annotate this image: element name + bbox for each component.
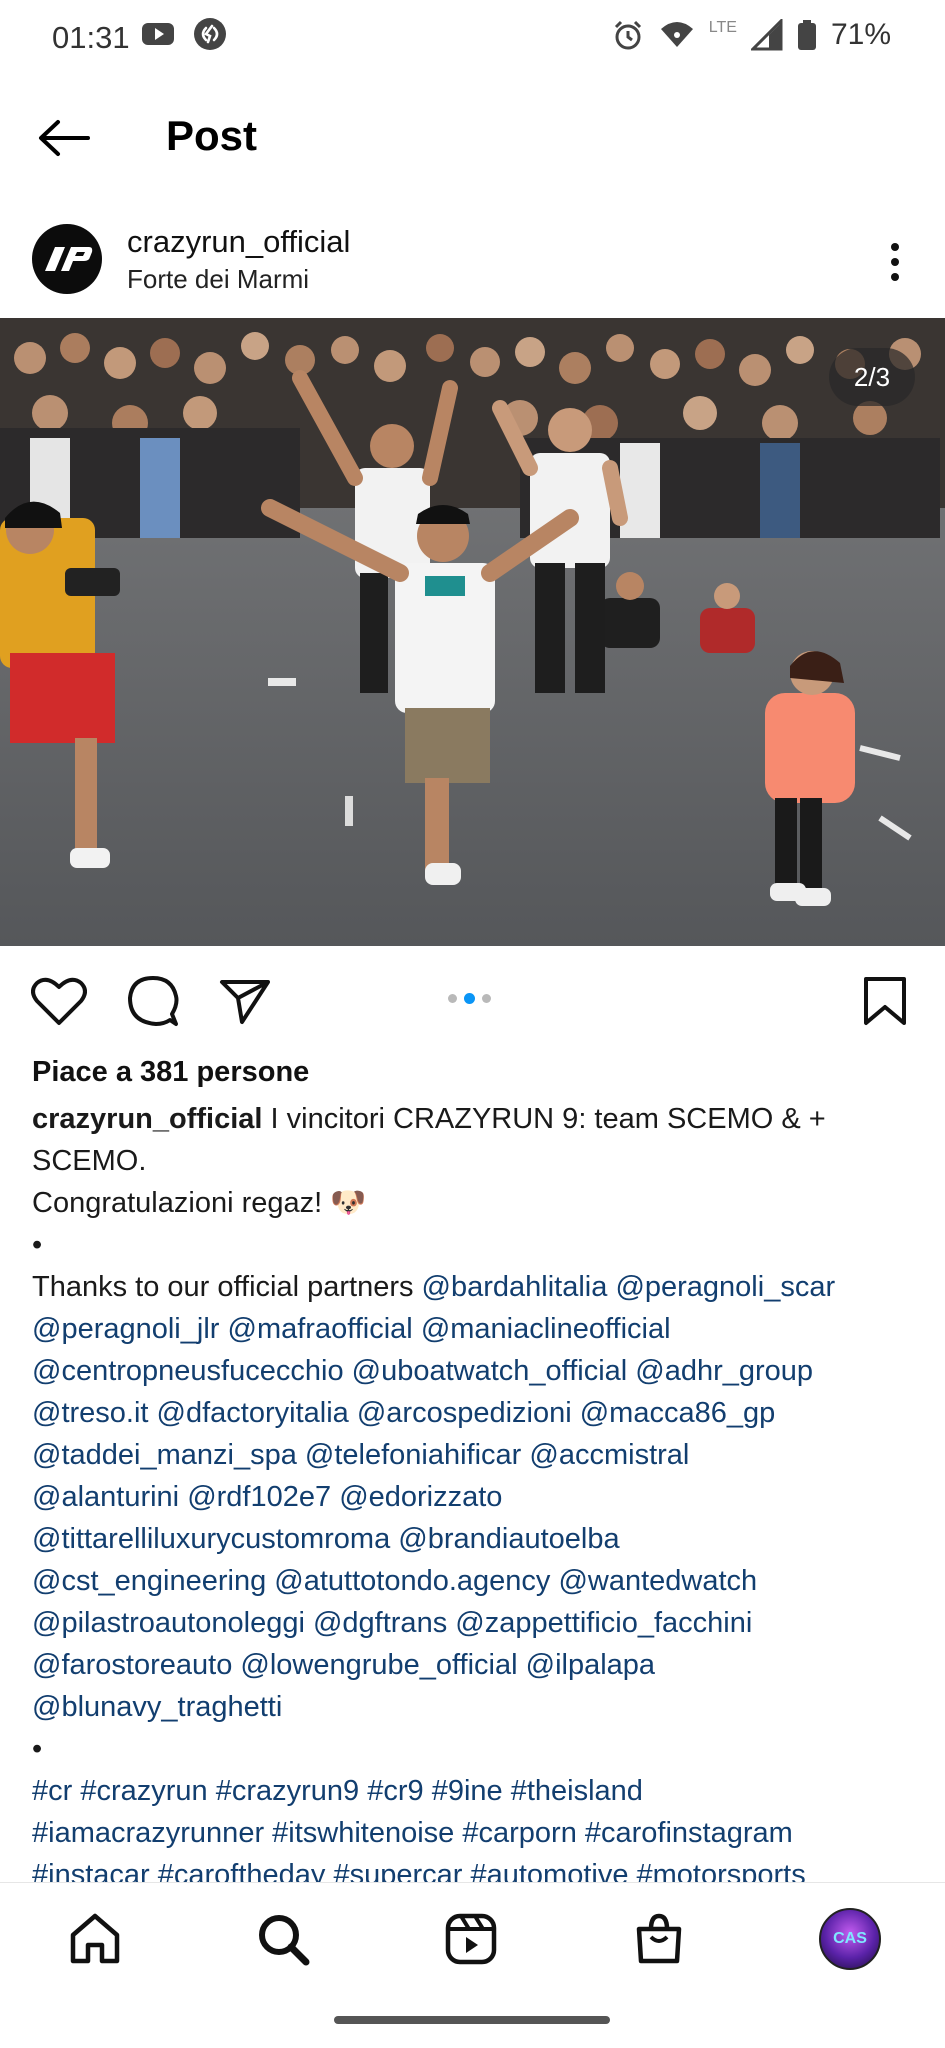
mention-line: @blunavy_traghetti [32, 1686, 922, 1728]
mention-link[interactable]: @zappettificio_facchini [455, 1607, 752, 1639]
search-icon [259, 1915, 310, 1966]
mention-link[interactable]: @peragnoli_scar [615, 1271, 835, 1303]
caption-text: I vincitori CRAZYRUN 9: team SCEMO & + [262, 1103, 826, 1135]
nav-shop[interactable] [624, 1905, 694, 1973]
mention-link[interactable]: @atuttotondo.agency [274, 1565, 550, 1597]
nav-profile[interactable]: CAS [815, 1905, 885, 1973]
caption-bullet: • [32, 1733, 43, 1765]
nav-search[interactable] [248, 1905, 318, 1973]
mention-line: @centropneusfucecchio @uboatwatch_offici… [32, 1350, 922, 1392]
caption-line: crazyrun_official I vincitori CRAZYRUN 9… [32, 1098, 922, 1140]
mention-link[interactable]: @uboatwatch_official [352, 1355, 628, 1387]
nav-home[interactable] [60, 1905, 130, 1973]
mention-link[interactable]: @treso.it [32, 1397, 148, 1429]
partner-mentions: Thanks to our official partners @bardahl… [32, 1266, 922, 1728]
partners-intro: Thanks to our official partners [32, 1271, 422, 1303]
mention-link[interactable]: @adhr_group [635, 1355, 813, 1387]
mention-line: @farostoreauto @lowengrube_official @ilp… [32, 1644, 922, 1686]
mention-link[interactable]: @alanturini [32, 1481, 179, 1513]
mention-link[interactable]: @pilastroautonoleggi [32, 1607, 305, 1639]
home-indicator[interactable] [334, 2016, 610, 2024]
nav-reels[interactable] [436, 1905, 506, 1973]
mention-link[interactable]: @dfactoryitalia [157, 1397, 349, 1429]
mention-link[interactable]: @maniaclineofficial [421, 1313, 671, 1345]
hashtag-line[interactable]: #cr #crazyrun #crazyrun9 #cr9 #9ine #the… [32, 1770, 922, 1812]
profile-avatar: CAS [819, 1908, 881, 1970]
mention-link[interactable]: @taddei_manzi_spa [32, 1439, 297, 1471]
hashtag-line[interactable]: #iamacrazyrunner #itswhitenoise #carporn… [32, 1812, 922, 1854]
mention-line: @peragnoli_jlr @mafraofficial @maniaclin… [32, 1308, 922, 1350]
mention-link[interactable]: @ilpalapa [526, 1649, 655, 1681]
mention-link[interactable]: @rdf102e7 [187, 1481, 331, 1513]
mention-link[interactable]: @blunavy_traghetti [32, 1691, 282, 1723]
mention-link[interactable]: @wantedwatch [558, 1565, 757, 1597]
mention-link[interactable]: @farostoreauto [32, 1649, 232, 1681]
hashtag-line[interactable]: #instacar #caroftheday #supercar #automo… [32, 1854, 922, 1882]
mention-link[interactable]: @cst_engineering [32, 1565, 266, 1597]
mention-line: @pilastroautonoleggi @dgftrans @zappetti… [32, 1602, 922, 1644]
reels-icon [445, 1913, 497, 1965]
mention-link[interactable]: @edorizzato [339, 1481, 502, 1513]
caption-username[interactable]: crazyrun_official [32, 1103, 262, 1135]
mention-link[interactable]: @accmistral [529, 1439, 689, 1471]
mention-line: Thanks to our official partners @bardahl… [32, 1266, 922, 1308]
mention-link[interactable]: @bardahlitalia [422, 1271, 608, 1303]
mention-link[interactable]: @arcospedizioni [357, 1397, 572, 1429]
mention-link[interactable]: @brandiautoelba [398, 1523, 619, 1555]
home-icon [70, 1913, 120, 1964]
mention-link[interactable]: @lowengrube_official [240, 1649, 517, 1681]
caption-bullet: • [32, 1229, 43, 1261]
caption-line: Congratulazioni regaz! 🐶 [32, 1187, 367, 1219]
caption-clip: Piace a 381 persone crazyrun_official I … [0, 0, 945, 1882]
post-caption: crazyrun_official I vincitori CRAZYRUN 9… [32, 1098, 922, 1882]
mention-link[interactable]: @centropneusfucecchio [32, 1355, 344, 1387]
bottom-navigation: CAS [0, 1882, 945, 1992]
mention-line: @tittarelliluxurycustomroma @brandiautoe… [32, 1518, 922, 1560]
mention-link[interactable]: @mafraofficial [228, 1313, 413, 1345]
mention-link[interactable]: @dgftrans [313, 1607, 447, 1639]
hashtag-list: #cr #crazyrun #crazyrun9 #cr9 #9ine #the… [32, 1770, 922, 1882]
mention-line: @treso.it @dfactoryitalia @arcospedizion… [32, 1392, 922, 1434]
mention-link[interactable]: @macca86_gp [580, 1397, 776, 1429]
mention-line: @alanturini @rdf102e7 @edorizzato [32, 1476, 922, 1518]
mention-link[interactable]: @telefoniahificar [305, 1439, 521, 1471]
mention-link[interactable]: @peragnoli_jlr [32, 1313, 219, 1345]
mention-line: @cst_engineering @atuttotondo.agency @wa… [32, 1560, 922, 1602]
mention-link[interactable]: @tittarelliluxurycustomroma [32, 1523, 390, 1555]
likes-count[interactable]: Piace a 381 persone [32, 1056, 309, 1089]
caption-line: SCEMO. [32, 1145, 147, 1177]
mention-line: @taddei_manzi_spa @telefoniahificar @acc… [32, 1434, 922, 1476]
shop-icon [636, 1913, 682, 1964]
